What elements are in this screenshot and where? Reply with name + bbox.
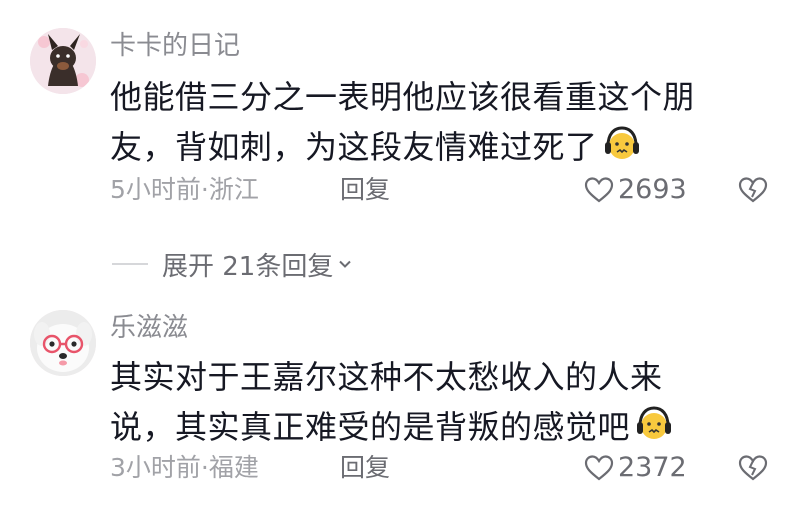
dislike-button[interactable] xyxy=(738,175,768,205)
chevron-down-icon xyxy=(339,260,352,268)
grimace-headphones-emoji-icon xyxy=(634,404,674,444)
like-button[interactable]: 2372 xyxy=(584,452,687,484)
grimace-headphones-emoji-icon xyxy=(602,124,642,164)
reply-button[interactable]: 回复 xyxy=(340,452,390,484)
dog-avatar-icon xyxy=(30,28,96,94)
comment-text-line: 说，其实真正难受的是背叛的感觉吧 xyxy=(110,402,674,452)
broken-heart-icon xyxy=(738,177,768,203)
white-dog-glasses-avatar-icon xyxy=(30,310,96,376)
comment-time-location: 5小时前·浙江 xyxy=(110,175,259,204)
comment-text: 其实对于王嘉尔这种不太愁收入的人来 说，其实真正难受的是背叛的感觉吧 xyxy=(110,352,674,452)
like-count: 2693 xyxy=(618,174,687,205)
comment-text-line-content: 说，其实真正难受的是背叛的感觉吧 xyxy=(110,408,631,446)
divider-dash xyxy=(112,263,148,265)
comment-username[interactable]: 卡卡的日记 xyxy=(110,30,240,62)
broken-heart-icon xyxy=(738,455,768,481)
heart-icon xyxy=(584,177,614,203)
comment-text: 他能借三分之一表明他应该很看重这个朋 友，背如刺，为这段友情难过死了 xyxy=(110,72,695,172)
comment-text-line: 其实对于王嘉尔这种不太愁收入的人来 xyxy=(110,358,663,396)
comment-time-location: 3小时前·福建 xyxy=(110,453,259,482)
expand-replies-button[interactable]: 展开 21条回复 xyxy=(112,247,353,282)
dislike-button[interactable] xyxy=(738,453,768,483)
avatar[interactable] xyxy=(30,28,96,94)
like-count: 2372 xyxy=(618,452,687,483)
reply-button[interactable]: 回复 xyxy=(340,174,390,206)
comment-username[interactable]: 乐滋滋 xyxy=(110,312,188,344)
comment-text-line-content: 友，背如刺，为这段友情难过死了 xyxy=(110,128,598,166)
avatar[interactable] xyxy=(30,310,96,376)
comment-text-line: 友，背如刺，为这段友情难过死了 xyxy=(110,122,695,172)
like-button[interactable]: 2693 xyxy=(584,174,687,206)
heart-icon xyxy=(584,455,614,481)
comment-text-line: 他能借三分之一表明他应该很看重这个朋 xyxy=(110,78,696,116)
expand-replies-label: 展开 21条回复 xyxy=(162,251,334,282)
